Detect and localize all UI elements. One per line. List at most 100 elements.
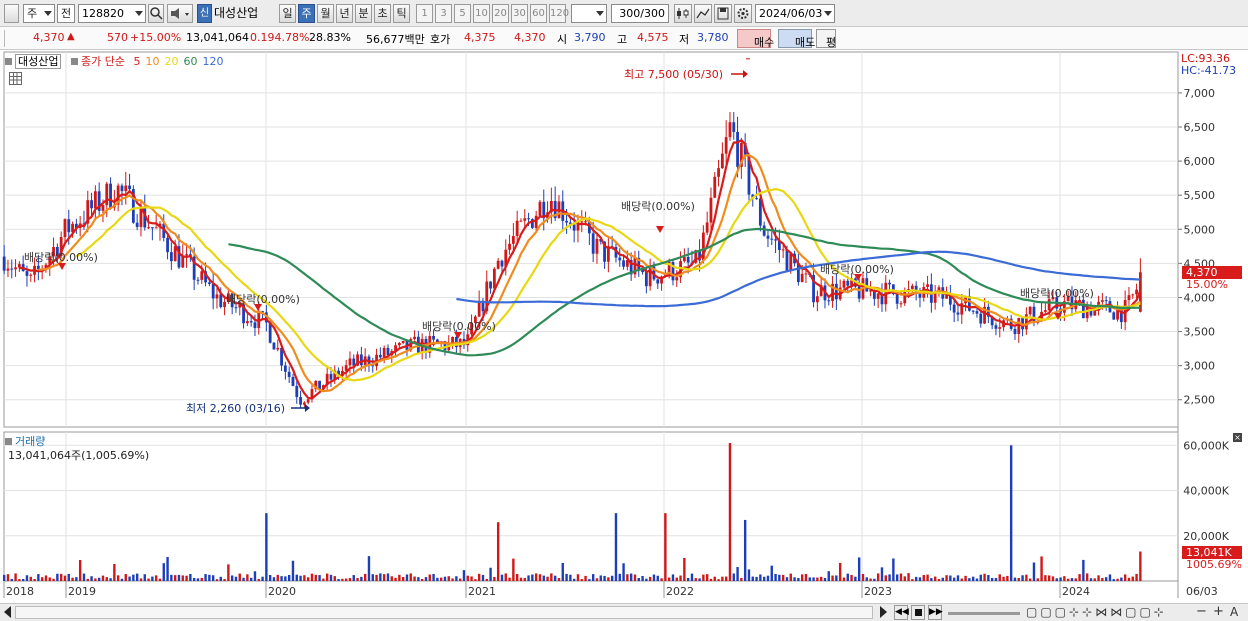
date-input[interactable]: 2024/06/03 [755,4,835,23]
chart-type-icon[interactable] [674,4,692,23]
interval-button[interactable]: 60 [530,4,547,23]
volume-bar [728,443,732,581]
candle-body [888,282,891,285]
candle-body [755,198,758,200]
volume-bar [128,576,131,581]
chart-area[interactable]: 7,000 6,500 6,000 5,500 5,000 4,500 4,000 3,500… [0,50,1248,603]
type-dropdown[interactable]: 주 [23,4,55,23]
code-value: 128820 [82,7,124,20]
volume-bar [356,577,359,581]
scroll-left-icon[interactable] [4,606,11,618]
window-menu-icon[interactable] [4,4,19,23]
last-date-label: 06/03 [1186,585,1218,598]
volume-bar [398,574,401,581]
volume-bar [405,574,409,581]
font-size-icon[interactable]: A [1230,605,1238,619]
period-tab[interactable]: 초 [374,4,391,23]
price-chart[interactable]: 7,0006,5006,0005,5005,0004,5004,0003,500… [0,50,1248,603]
volume-bar [629,573,633,581]
legend-stock-name[interactable]: 대성산업 [15,54,62,69]
legend-ma-period[interactable]: 60 [183,55,197,68]
volume-bar [812,577,815,581]
draw-tool-icon[interactable] [694,4,712,23]
interval-button[interactable]: 30 [511,4,528,23]
period-tab[interactable]: 년 [336,4,353,23]
search-icon[interactable] [148,4,164,23]
scroll-track[interactable] [15,606,873,619]
period-tab[interactable]: 월 [317,4,334,23]
volume-bar [873,578,876,581]
buy-button[interactable]: 매수 [737,29,774,49]
period-tab[interactable]: 일 [279,4,296,23]
volume-bar [762,576,766,581]
gear-icon[interactable] [734,4,752,23]
legend-ma-period[interactable]: 20 [164,55,178,68]
volume-bar [804,573,808,581]
code-input[interactable]: 128820 [78,4,146,23]
volume-bar [489,567,492,581]
stop-icon[interactable] [911,605,925,620]
volume-bar [842,577,846,581]
zoom-out-icon[interactable]: − [1196,604,1207,619]
last-page-icon[interactable]: ▶▶ [928,605,943,620]
volume-bar [325,573,329,581]
volume-bar [170,574,173,581]
legend-ma-period[interactable]: 120 [202,55,223,68]
open-label: 시 [557,33,568,46]
legend-ma-label[interactable]: 종가 단순 [81,55,125,68]
volume-bar [1009,445,1013,581]
zoom-slider[interactable] [948,612,1020,615]
legend-ma-period[interactable]: 10 [145,55,159,68]
volume-bar [143,574,146,581]
volume-bar [565,573,568,581]
volume-bar [1112,579,1115,581]
save-icon[interactable] [714,4,732,23]
volume-value: 13,041,064주(1,005.69%) [8,449,150,462]
volume-bar [854,576,857,581]
table-icon[interactable] [9,72,22,85]
candle-body [234,307,238,309]
zoom-tools[interactable]: ▢▢▢⊹⊹⋈⋈▢▢⊹ [1026,605,1167,619]
candle-body [451,336,454,343]
period-tab[interactable]: 주 [298,4,315,23]
prev-button[interactable]: 전 [57,4,75,23]
speaker-icon[interactable] [167,4,193,23]
period-tab[interactable]: 분 [355,4,372,23]
candle-body [815,296,819,303]
volume-bar [1082,559,1085,581]
interval-button[interactable]: 10 [473,4,490,23]
candle-body [675,277,679,281]
legend-ma-period[interactable]: 5 [133,55,140,68]
volume-bar [637,577,640,581]
volume-bar [185,575,188,581]
volume-bar [204,574,207,581]
volume-bar [1085,573,1089,581]
interval-button[interactable]: 3 [435,4,452,23]
volume-bar [914,576,918,581]
volume-bar [71,577,74,581]
interval-button[interactable]: 20 [492,4,509,23]
interval-dropdown[interactable] [571,4,607,23]
volume-bar [375,574,378,581]
interval-button[interactable]: 120 [549,4,569,23]
close-panel-icon[interactable]: × [1233,433,1242,442]
first-page-icon[interactable]: ◀◀ [894,605,909,620]
scroll-right-icon[interactable] [880,606,887,618]
candle-body [789,253,793,271]
volume-bar [238,573,241,581]
volume-bar [918,577,922,581]
volume-bar [645,578,648,581]
sell-button[interactable]: 매도 [778,29,815,49]
period-tab[interactable]: 틱 [393,4,410,23]
count-input[interactable]: 300/300 [611,4,669,23]
legend-ma-periods: 5 10 20 60 120 [128,55,223,68]
volume-bar [599,575,602,581]
zoom-in-icon[interactable]: + [1213,604,1224,619]
volume-bar [865,577,868,581]
volume-bar [819,576,823,581]
interval-button[interactable]: 5 [454,4,471,23]
price-tick-label: 2,500 [1184,394,1216,407]
eval-button[interactable]: 평 [816,29,836,49]
volume-bar [610,575,614,581]
interval-button[interactable]: 1 [416,4,433,23]
